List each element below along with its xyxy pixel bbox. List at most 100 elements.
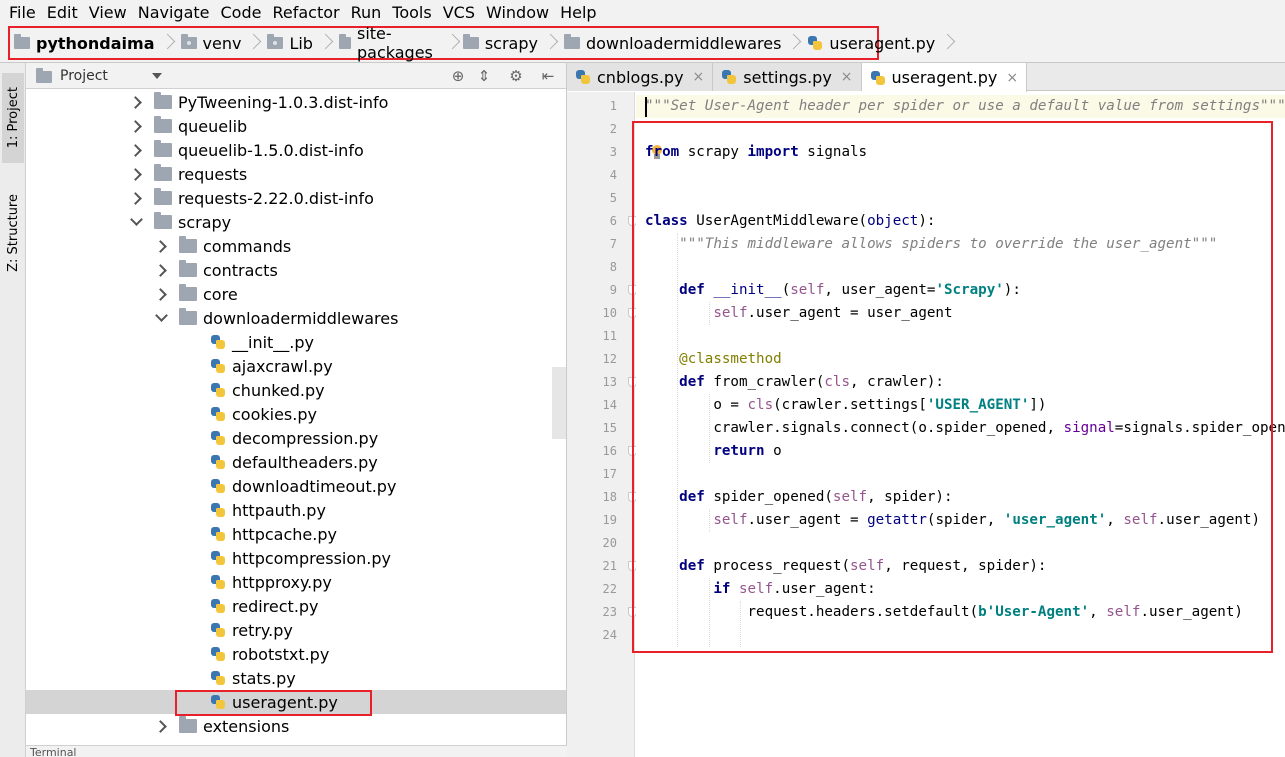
line-number: 17	[602, 467, 617, 481]
chevron-down-icon[interactable]	[155, 311, 169, 325]
tree-folder-item[interactable]: downloadermiddlewares	[26, 306, 566, 330]
python-file-icon	[210, 598, 226, 614]
breadcrumb-item[interactable]: scrapy	[462, 28, 564, 58]
chevron-down-icon[interactable]	[151, 72, 162, 79]
python-file-icon	[575, 69, 591, 85]
tree-file-item[interactable]: retry.py	[26, 618, 566, 642]
tree-folder-item[interactable]: commands	[26, 234, 566, 258]
line-number: 24	[602, 628, 617, 642]
tree-item-label: downloadtimeout.py	[232, 476, 397, 496]
folder-icon	[154, 164, 172, 181]
tree-file-item[interactable]: httpcompression.py	[26, 546, 566, 570]
python-file-icon	[210, 670, 226, 686]
tree-folder-item[interactable]: requests-2.22.0.dist-info	[26, 186, 566, 210]
menu-navigate[interactable]: Navigate	[133, 0, 216, 26]
bottom-tool-strip: Terminal	[26, 745, 567, 757]
tree-file-item[interactable]: defaultheaders.py	[26, 450, 566, 474]
line-number: 19	[602, 513, 617, 527]
menu-code[interactable]: Code	[216, 0, 268, 26]
line-number: 13	[602, 375, 617, 389]
tree-scrollbar[interactable]	[552, 367, 566, 439]
project-tool-tab-label: 1: Project	[5, 87, 21, 149]
breadcrumb-item[interactable]: Lib	[267, 28, 339, 58]
menu-file[interactable]: File	[4, 0, 42, 26]
line-number: 4	[609, 168, 617, 182]
chevron-right-icon[interactable]	[155, 239, 169, 253]
tree-file-item[interactable]: httpcache.py	[26, 522, 566, 546]
project-folder-icon	[36, 68, 52, 83]
close-icon[interactable]: ×	[693, 69, 705, 85]
tree-item-label: httpproxy.py	[232, 572, 332, 592]
close-icon[interactable]: ×	[841, 69, 853, 85]
breadcrumb-item[interactable]: venv	[180, 28, 268, 58]
close-icon[interactable]: ×	[1006, 70, 1018, 86]
tree-file-item[interactable]: cookies.py	[26, 402, 566, 426]
tree-file-item[interactable]: httpproxy.py	[26, 570, 566, 594]
menu-run[interactable]: Run	[346, 0, 388, 26]
gear-icon[interactable]: ⚙	[508, 68, 524, 84]
chevron-right-icon[interactable]	[130, 119, 144, 133]
tree-file-item[interactable]: ajaxcrawl.py	[26, 354, 566, 378]
chevron-right-icon[interactable]	[155, 263, 169, 277]
tree-item-label: httpcompression.py	[232, 548, 391, 568]
chevron-right-icon[interactable]	[130, 191, 144, 205]
tree-file-item[interactable]: chunked.py	[26, 378, 566, 402]
tree-folder-item[interactable]: scrapy	[26, 210, 566, 234]
terminal-label[interactable]: Terminal	[30, 746, 77, 757]
tree-file-item[interactable]: downloadtimeout.py	[26, 474, 566, 498]
hide-panel-icon[interactable]: ⇤	[540, 68, 556, 84]
tree-file-item[interactable]: decompression.py	[26, 426, 566, 450]
chevron-right-icon[interactable]	[155, 287, 169, 301]
line-number: 15	[602, 421, 617, 435]
tree-folder-item[interactable]: core	[26, 282, 566, 306]
line-number: 3	[609, 145, 617, 159]
breadcrumb-item[interactable]: useragent.py	[807, 28, 961, 58]
chevron-right-icon[interactable]	[155, 719, 169, 733]
chevron-right-icon[interactable]	[130, 95, 144, 109]
python-file-icon	[210, 478, 226, 494]
breadcrumb-label: site-packages	[357, 24, 433, 62]
locate-icon[interactable]: ⊕	[450, 68, 466, 84]
line-number: 18	[602, 490, 617, 504]
menu-edit[interactable]: Edit	[42, 0, 84, 26]
editor-tab[interactable]: cnblogs.py ×	[567, 63, 714, 91]
breadcrumb-label: downloadermiddlewares	[585, 33, 782, 53]
chevron-right-icon[interactable]	[130, 143, 144, 157]
tree-folder-item[interactable]: extensions	[26, 714, 566, 738]
tree-file-item[interactable]: httpauth.py	[26, 498, 566, 522]
editor-tabs: cnblogs.py × settings.py × useragent.py ×	[567, 63, 1285, 92]
menu-view[interactable]: View	[84, 0, 133, 26]
menu-refactor[interactable]: Refactor	[267, 0, 345, 26]
structure-tool-tab[interactable]: Z: Structure	[2, 183, 24, 283]
breadcrumb-item[interactable]: pythondaima	[14, 28, 181, 58]
editor-tab[interactable]: settings.py ×	[713, 63, 862, 91]
editor-tab[interactable]: useragent.py ×	[861, 63, 1028, 92]
tree-item-label: chunked.py	[232, 380, 325, 400]
tree-file-item[interactable]: redirect.py	[26, 594, 566, 618]
collapse-all-icon[interactable]: ⇕	[476, 68, 492, 84]
project-tool-tab[interactable]: 1: Project	[2, 73, 24, 163]
tree-file-item[interactable]: robotstxt.py	[26, 642, 566, 666]
menu-vcs[interactable]: VCS	[438, 0, 481, 26]
folder-icon	[154, 140, 172, 157]
project-panel-title: Project	[60, 67, 108, 84]
tree-file-item[interactable]: stats.py	[26, 666, 566, 690]
menu-help[interactable]: Help	[555, 0, 602, 26]
tree-folder-item[interactable]: PyTweening-1.0.3.dist-info	[26, 90, 566, 114]
tree-folder-item[interactable]: contracts	[26, 258, 566, 282]
tree-folder-item[interactable]: queuelib-1.5.0.dist-info	[26, 138, 566, 162]
tree-folder-item[interactable]: requests	[26, 162, 566, 186]
breadcrumb-item[interactable]: site-packages	[338, 24, 463, 62]
breadcrumb-label: pythondaima	[36, 33, 155, 53]
menu-tools[interactable]: Tools	[387, 0, 437, 26]
tree-file-item[interactable]: __init__.py	[26, 330, 566, 354]
breadcrumb-item[interactable]: downloadermiddlewares	[563, 28, 807, 58]
chevron-right-icon[interactable]	[130, 167, 144, 181]
chevron-down-icon[interactable]	[130, 215, 144, 229]
code-line: """Set User-Agent header per spider or u…	[645, 95, 1285, 118]
tree-item-label: redirect.py	[232, 596, 319, 616]
tree-folder-item[interactable]: queuelib	[26, 114, 566, 138]
code-token: """Set User-Agent header per spider or u…	[645, 98, 1285, 114]
editor-tab-label: cnblogs.py	[597, 67, 684, 87]
menu-window[interactable]: Window	[481, 0, 555, 26]
